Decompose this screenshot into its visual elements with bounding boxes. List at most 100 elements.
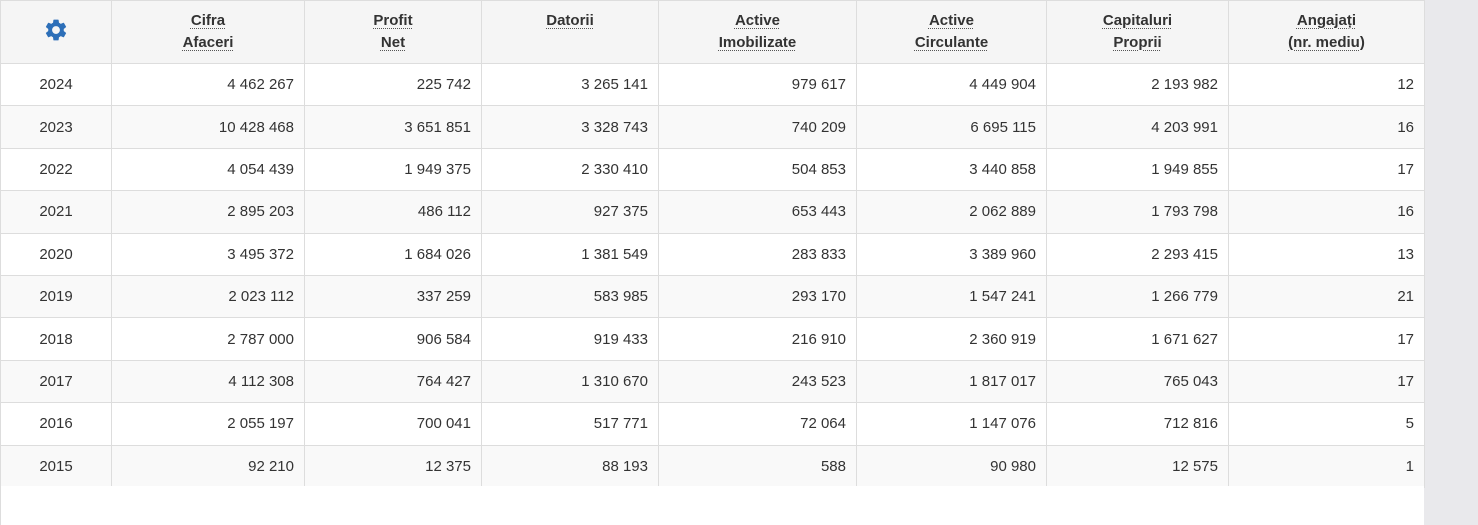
cell-datorii: 919 433 [481, 317, 659, 361]
header-line: Afaceri [182, 34, 234, 51]
column-header-capitaluri-proprii: Capitaluri Proprii [1046, 0, 1229, 64]
cell-profit-net: 486 112 [304, 190, 482, 234]
header-line: Circulante [914, 34, 989, 51]
cell-active-imobilizate: 588 [658, 444, 857, 488]
cell-cifra-afaceri: 10 428 468 [111, 105, 305, 149]
cell-cifra-afaceri: 4 112 308 [111, 359, 305, 404]
header-line: Imobilizate [718, 34, 797, 51]
cell-active-imobilizate: 72 064 [658, 402, 857, 446]
cell-capitaluri-proprii: 2 293 415 [1046, 232, 1229, 276]
sort-profit-net[interactable]: Profit Net [373, 10, 412, 54]
cell-profit-net: 12 375 [304, 444, 482, 488]
header-line: Net [380, 34, 406, 51]
cell-angajati: 1 [1228, 444, 1425, 488]
gear-icon[interactable] [43, 17, 69, 43]
cell-cifra-afaceri: 2 787 000 [111, 317, 305, 361]
year-cell: 2018 [0, 317, 112, 361]
header-line: Datorii [546, 12, 594, 29]
cell-angajati: 17 [1228, 317, 1425, 361]
cell-cifra-afaceri: 2 023 112 [111, 274, 305, 319]
cell-angajati: 5 [1228, 402, 1425, 446]
year-cell: 2017 [0, 359, 112, 404]
cell-profit-net: 225 742 [304, 62, 482, 107]
cell-profit-net: 3 651 851 [304, 105, 482, 149]
sort-cifra-afaceri[interactable]: Cifra Afaceri [183, 10, 234, 54]
cell-active-circulante: 6 695 115 [856, 105, 1047, 149]
table-row: 2022 4 054 439 1 949 375 2 330 410 504 853 3 … [0, 147, 1425, 192]
header-line: Capitaluri [1102, 12, 1173, 29]
cell-cifra-afaceri: 4 462 267 [111, 62, 305, 107]
cell-datorii: 583 985 [481, 274, 659, 319]
cell-cifra-afaceri: 4 054 439 [111, 147, 305, 192]
cell-profit-net: 1 684 026 [304, 232, 482, 276]
cell-angajati: 13 [1228, 232, 1425, 276]
cell-profit-net: 764 427 [304, 359, 482, 404]
table-body: 2024 4 462 267 225 742 3 265 141 979 617 4 44… [0, 62, 1425, 488]
table-row: 2023 10 428 468 3 651 851 3 328 743 740 209 6… [0, 105, 1425, 149]
year-cell: 2024 [0, 62, 112, 107]
cell-active-imobilizate: 243 523 [658, 359, 857, 404]
cell-profit-net: 906 584 [304, 317, 482, 361]
cell-cifra-afaceri: 2 895 203 [111, 190, 305, 234]
cell-angajati: 12 [1228, 62, 1425, 107]
cell-active-imobilizate: 293 170 [658, 274, 857, 319]
cell-datorii: 517 771 [481, 402, 659, 446]
header-line: (nr. mediu) [1288, 34, 1365, 51]
financial-data-table: Cifra Afaceri Profit Net Datorii Active … [0, 0, 1425, 488]
table-row: 2015 92 210 12 375 88 193 588 90 980 12 575 1 [0, 444, 1425, 488]
cell-active-imobilizate: 979 617 [658, 62, 857, 107]
cell-cifra-afaceri: 2 055 197 [111, 402, 305, 446]
cell-angajati: 16 [1228, 190, 1425, 234]
column-header-active-imobilizate: Active Imobilizate [658, 0, 857, 64]
sort-angajati[interactable]: Angajați (nr. mediu) [1288, 10, 1365, 54]
cell-capitaluri-proprii: 1 793 798 [1046, 190, 1229, 234]
year-cell: 2022 [0, 147, 112, 192]
column-header-profit-net: Profit Net [304, 0, 482, 64]
cell-active-circulante: 4 449 904 [856, 62, 1047, 107]
cell-angajati: 21 [1228, 274, 1425, 319]
cell-active-circulante: 2 360 919 [856, 317, 1047, 361]
cell-active-circulante: 1 147 076 [856, 402, 1047, 446]
year-cell: 2020 [0, 232, 112, 276]
year-cell: 2023 [0, 105, 112, 149]
year-cell: 2021 [0, 190, 112, 234]
cell-datorii: 927 375 [481, 190, 659, 234]
column-header-angajati: Angajați (nr. mediu) [1228, 0, 1425, 64]
cell-profit-net: 337 259 [304, 274, 482, 319]
cell-angajati: 17 [1228, 147, 1425, 192]
cell-active-imobilizate: 653 443 [658, 190, 857, 234]
cell-capitaluri-proprii: 4 203 991 [1046, 105, 1229, 149]
cell-active-imobilizate: 740 209 [658, 105, 857, 149]
column-header-cifra-afaceri: Cifra Afaceri [111, 0, 305, 64]
cell-datorii: 3 265 141 [481, 62, 659, 107]
column-header-datorii: Datorii [481, 0, 659, 64]
table-row: 2019 2 023 112 337 259 583 985 293 170 1 547 … [0, 274, 1425, 319]
table-row: 2024 4 462 267 225 742 3 265 141 979 617 4 44… [0, 62, 1425, 107]
cell-cifra-afaceri: 3 495 372 [111, 232, 305, 276]
header-line: Proprii [1113, 34, 1162, 51]
cell-capitaluri-proprii: 765 043 [1046, 359, 1229, 404]
table-row: 2018 2 787 000 906 584 919 433 216 910 2 360 … [0, 317, 1425, 361]
table-row: 2020 3 495 372 1 684 026 1 381 549 283 833 3 … [0, 232, 1425, 276]
cell-cifra-afaceri: 92 210 [111, 444, 305, 488]
cell-active-circulante: 2 062 889 [856, 190, 1047, 234]
sort-datorii[interactable]: Datorii [546, 10, 594, 32]
cell-capitaluri-proprii: 712 816 [1046, 402, 1229, 446]
cell-capitaluri-proprii: 1 949 855 [1046, 147, 1229, 192]
cell-angajati: 16 [1228, 105, 1425, 149]
cell-active-imobilizate: 216 910 [658, 317, 857, 361]
cell-datorii: 2 330 410 [481, 147, 659, 192]
cell-active-circulante: 3 440 858 [856, 147, 1047, 192]
header-line: Active [928, 12, 974, 29]
year-cell: 2019 [0, 274, 112, 319]
cell-active-imobilizate: 283 833 [658, 232, 857, 276]
table-header-row: Cifra Afaceri Profit Net Datorii Active … [0, 0, 1425, 64]
sort-active-imobilizate[interactable]: Active Imobilizate [719, 10, 797, 54]
sort-active-circulante[interactable]: Active Circulante [915, 10, 988, 54]
sort-capitaluri-proprii[interactable]: Capitaluri Proprii [1103, 10, 1172, 54]
cell-datorii: 3 328 743 [481, 105, 659, 149]
year-cell: 2015 [0, 444, 112, 488]
cell-capitaluri-proprii: 1 671 627 [1046, 317, 1229, 361]
cell-active-circulante: 1 547 241 [856, 274, 1047, 319]
cell-profit-net: 1 949 375 [304, 147, 482, 192]
